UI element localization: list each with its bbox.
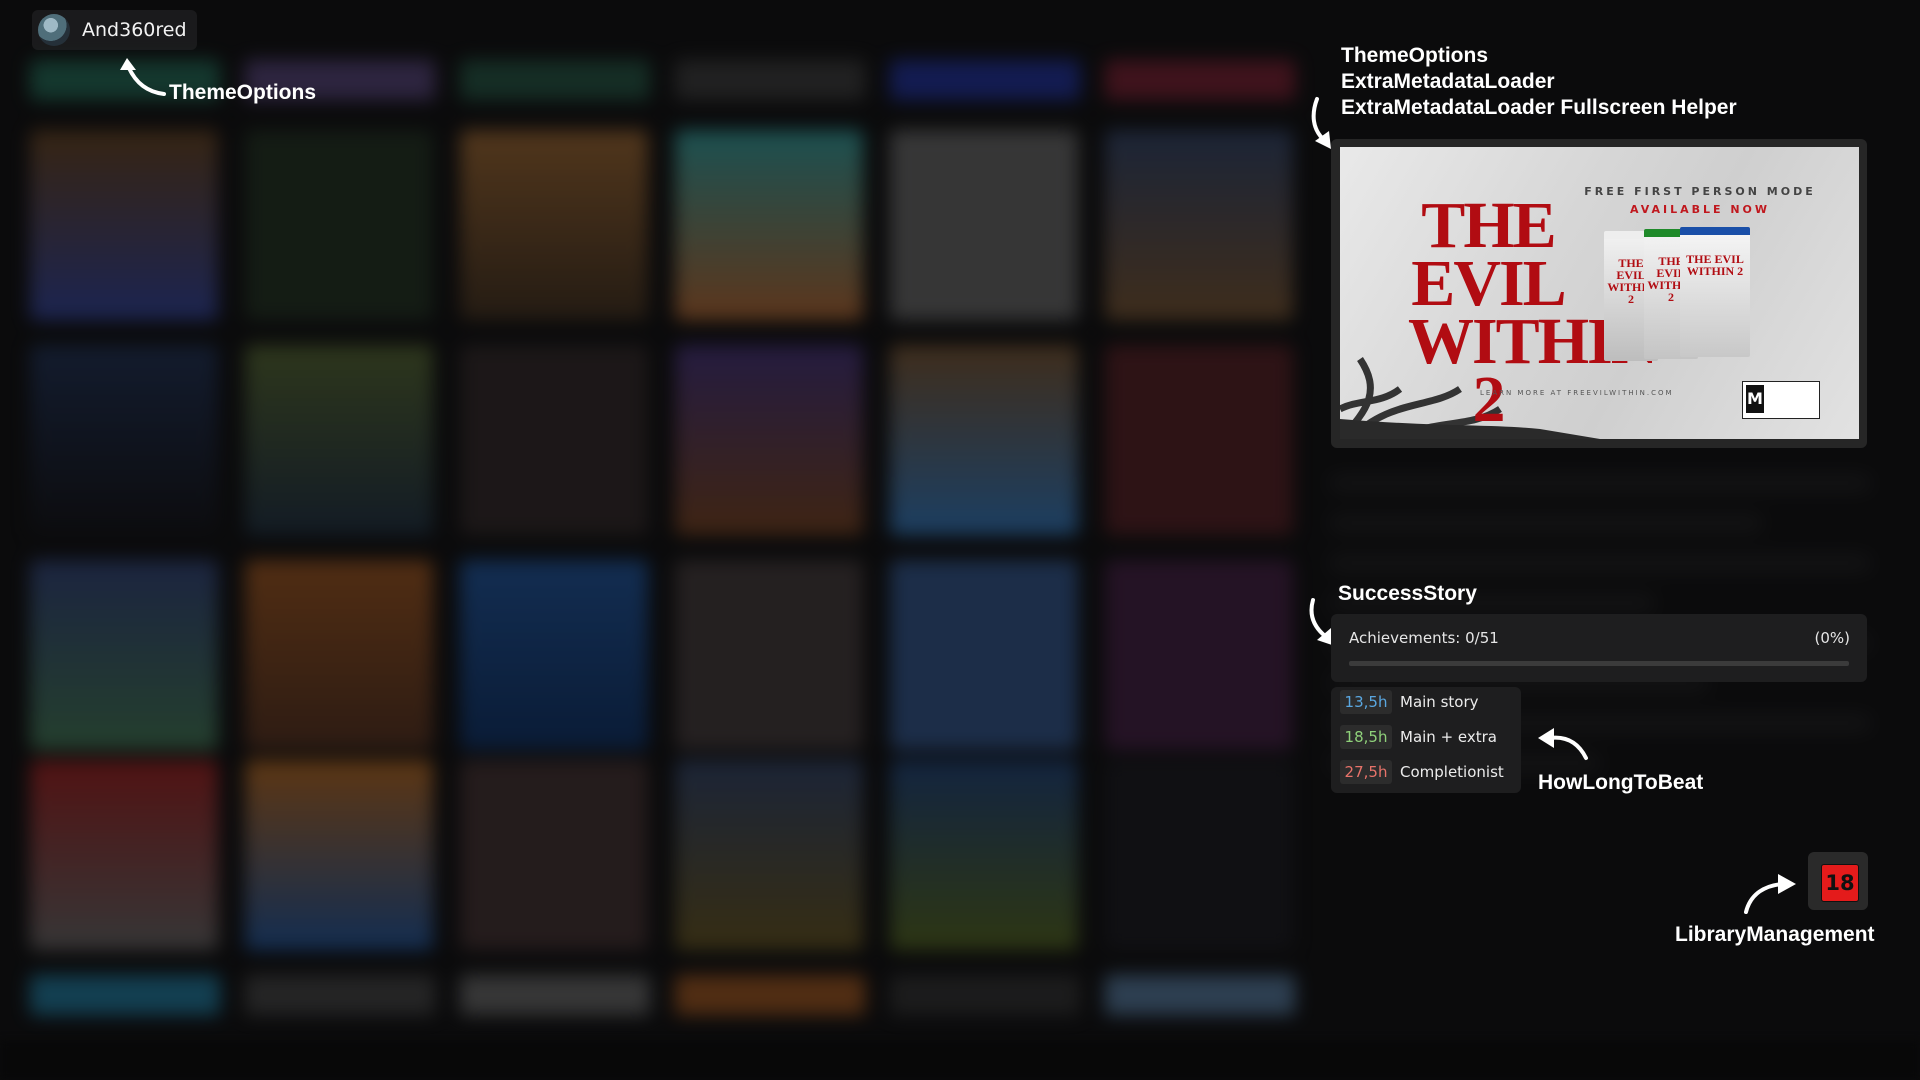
- game-tile[interactable]: [460, 345, 648, 535]
- game-strip: [675, 60, 865, 100]
- game-box-ps4: THE EVIL WITHIN 2: [1680, 227, 1750, 357]
- game-tile[interactable]: [1105, 130, 1293, 320]
- annotation-arrow-icon: [120, 58, 166, 96]
- game-strip: [1105, 975, 1295, 1015]
- library-grid-background: [30, 60, 1295, 1020]
- game-tile[interactable]: [1105, 560, 1293, 750]
- achievements-progress-bar: [1349, 661, 1849, 666]
- age-rating-panel[interactable]: 18: [1808, 852, 1868, 910]
- hltb-row-main-story: 13,5h Main story: [1340, 689, 1479, 715]
- game-tile[interactable]: [245, 560, 433, 750]
- game-strip: [675, 975, 865, 1015]
- success-story-panel[interactable]: Achievements: 0/51 (0%): [1331, 614, 1867, 682]
- game-tile[interactable]: [675, 560, 863, 750]
- game-strip: [1105, 60, 1295, 100]
- hltb-time: 18,5h: [1340, 725, 1392, 749]
- game-tile[interactable]: [460, 760, 648, 950]
- game-tile[interactable]: [1105, 760, 1293, 950]
- esrb-rating: M: [1742, 381, 1820, 419]
- label-success-story: SuccessStory: [1338, 582, 1477, 605]
- game-trailer-video[interactable]: THE EVIL WITHIN 2 FREE FIRST PERSON MODE…: [1340, 147, 1859, 439]
- avatar: [38, 14, 70, 46]
- game-tile[interactable]: [890, 130, 1078, 320]
- hltb-time: 27,5h: [1340, 760, 1392, 784]
- game-tile[interactable]: [245, 760, 433, 950]
- game-tile[interactable]: [890, 760, 1078, 950]
- bottom-bar: [0, 1040, 1920, 1080]
- annotation-arrow-icon: [1744, 874, 1796, 914]
- game-tile[interactable]: [675, 345, 863, 535]
- hltb-row-completionist: 27,5h Completionist: [1340, 759, 1504, 785]
- game-tile[interactable]: [1105, 345, 1293, 535]
- game-tile[interactable]: [675, 130, 863, 320]
- how-long-to-beat-panel[interactable]: 13,5h Main story 18,5h Main + extra 27,5…: [1331, 687, 1521, 793]
- game-strip: [890, 60, 1080, 100]
- game-strip: [460, 975, 650, 1015]
- game-strip: [460, 60, 650, 100]
- game-tile[interactable]: [245, 130, 433, 320]
- game-strip: [890, 975, 1080, 1015]
- game-tile[interactable]: [30, 760, 218, 950]
- game-strip: [30, 975, 220, 1015]
- game-tile[interactable]: [460, 560, 648, 750]
- label-extra-metadata-3: ExtraMetadataLoader Fullscreen Helper: [1341, 96, 1737, 119]
- label-theme-options: ThemeOptions: [169, 81, 317, 104]
- annotation-arrow-icon: [1538, 728, 1588, 760]
- achievements-percent: (0%): [1814, 629, 1850, 647]
- game-strip: [245, 975, 435, 1015]
- hltb-label: Main + extra: [1400, 728, 1497, 746]
- game-tile[interactable]: [30, 130, 218, 320]
- hltb-row-main-extra: 18,5h Main + extra: [1340, 724, 1497, 750]
- game-tile[interactable]: [30, 345, 218, 535]
- age-rating-badge: 18: [1821, 864, 1859, 902]
- label-extra-metadata-2: ExtraMetadataLoader: [1341, 70, 1555, 93]
- game-tile[interactable]: [30, 560, 218, 750]
- game-tile[interactable]: [460, 130, 648, 320]
- hltb-time: 13,5h: [1340, 690, 1392, 714]
- trailer-url-text: LEARN MORE AT FREEVILWITHIN.COM: [1480, 389, 1674, 397]
- trailer-subheadline: AVAILABLE NOW: [1629, 203, 1771, 216]
- achievements-label: Achievements: 0/51: [1349, 629, 1499, 647]
- label-extra-metadata-1: ThemeOptions: [1341, 44, 1489, 67]
- game-tile[interactable]: [245, 345, 433, 535]
- game-tile[interactable]: [675, 760, 863, 950]
- hltb-label: Completionist: [1400, 763, 1504, 781]
- game-tile[interactable]: [890, 345, 1078, 535]
- username: And360red: [82, 19, 187, 41]
- game-tile[interactable]: [890, 560, 1078, 750]
- trailer-headline: FREE FIRST PERSON MODE: [1584, 185, 1816, 198]
- hltb-label: Main story: [1400, 693, 1479, 711]
- user-profile[interactable]: And360red: [32, 10, 197, 50]
- label-library-management: LibraryManagement: [1675, 923, 1875, 946]
- extra-metadata-video-panel: THE EVIL WITHIN 2 FREE FIRST PERSON MODE…: [1331, 139, 1867, 448]
- label-how-long-to-beat: HowLongToBeat: [1538, 771, 1704, 794]
